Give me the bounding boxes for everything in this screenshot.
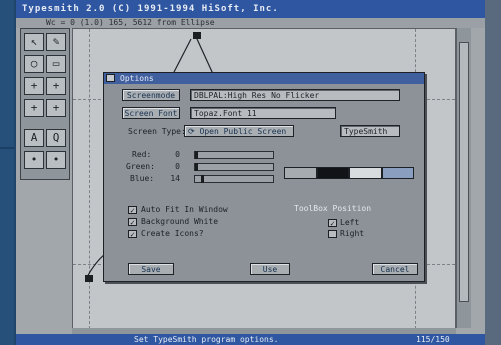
toolbox-position-radio[interactable]: [328, 230, 337, 238]
blue-label: Blue:: [130, 174, 155, 183]
blue-slider-knob[interactable]: [201, 175, 204, 183]
cancel-button[interactable]: Cancel: [372, 263, 418, 275]
screen-type-cycle[interactable]: ⟳ Open Public Screen: [184, 125, 294, 137]
green-slider-knob[interactable]: [195, 163, 198, 171]
vertical-scroll-thumb[interactable]: [459, 42, 469, 302]
red-slider[interactable]: [194, 151, 274, 159]
magnify-icon[interactable]: Q: [46, 129, 66, 147]
red-slider-knob[interactable]: [195, 151, 198, 159]
palette-color-swatch[interactable]: [381, 167, 414, 179]
screen-title: Typesmith 2.0 (C) 1991-1994 HiSoft, Inc.: [22, 4, 279, 14]
glyph-control-point[interactable]: [193, 32, 201, 39]
rectangle-icon[interactable]: ▭: [46, 55, 66, 73]
toolbox-position-label: Left: [340, 218, 360, 227]
blue-slider[interactable]: [194, 175, 274, 183]
status-message: Set TypeSmith program options.: [134, 335, 279, 344]
options-dialog: Options Screenmode DBLPAL:High Res No Fl…: [103, 72, 425, 282]
screenmode-button[interactable]: Screenmode: [122, 89, 180, 101]
status-coords: 115/150: [416, 335, 450, 344]
pencil-icon[interactable]: ✎: [46, 33, 66, 51]
green-slider[interactable]: [194, 163, 274, 171]
monitor-bezel-left: [0, 0, 14, 345]
option-checkbox-label: Auto Fit In Window: [141, 205, 228, 214]
option-checkbox[interactable]: ✓: [128, 218, 137, 227]
toolbox-position-title: ToolBox Position: [294, 204, 372, 213]
option-checkbox[interactable]: ✓: [128, 230, 137, 239]
tool-icon[interactable]: +: [46, 77, 66, 95]
use-button[interactable]: Use: [250, 263, 290, 275]
vertical-scrollbar[interactable]: [456, 28, 471, 328]
toolbox-position-radio[interactable]: ✓: [328, 219, 337, 228]
screen-type-label: Screen Type:: [128, 127, 186, 136]
monitor-bezel-right: [483, 0, 501, 345]
screen-font-field[interactable]: Topaz.Font 11: [190, 107, 336, 119]
green-value: 0: [175, 162, 180, 171]
cycle-icon: ⟳: [188, 127, 200, 136]
glyph-control-point[interactable]: [85, 275, 93, 282]
text-icon[interactable]: A: [24, 129, 44, 147]
screen-font-button[interactable]: Screen Font: [122, 107, 180, 119]
dialog-title-bar[interactable]: Options: [104, 73, 424, 84]
dialog-title: Options: [120, 74, 154, 83]
save-button[interactable]: Save: [128, 263, 174, 275]
close-icon[interactable]: [106, 74, 115, 82]
arrow-icon[interactable]: ↖: [24, 33, 44, 51]
option-checkbox-label: Background White: [141, 217, 219, 226]
screen-type-value: Open Public Screen: [199, 127, 287, 136]
point-icon[interactable]: •: [46, 151, 66, 169]
screenmode-field[interactable]: DBLPAL:High Res No Flicker: [190, 89, 400, 101]
blue-value: 14: [170, 174, 180, 183]
option-checkbox[interactable]: ✓: [128, 206, 137, 215]
palette-color-swatch[interactable]: [316, 167, 349, 179]
point-icon[interactable]: •: [24, 151, 44, 169]
node-icon[interactable]: +: [24, 77, 44, 95]
status-bar: Set TypeSmith program options. 115/150: [16, 334, 485, 345]
window-info-bar: Wc = 0 (1.0) 165, 5612 from Ellipse: [16, 18, 485, 28]
tool-icon[interactable]: +: [24, 99, 44, 117]
tool-icon[interactable]: +: [46, 99, 66, 117]
palette: [284, 167, 414, 179]
public-screen-name-field[interactable]: TypeSmith: [340, 125, 400, 137]
toolbox: ↖ ✎ ○ ▭ + + + + A Q • •: [20, 28, 70, 180]
green-label: Green:: [126, 162, 155, 171]
ellipse-icon[interactable]: ○: [24, 55, 44, 73]
screen-title-bar: Typesmith 2.0 (C) 1991-1994 HiSoft, Inc.: [16, 0, 485, 18]
palette-color-swatch[interactable]: [349, 167, 382, 179]
option-checkbox-label: Create Icons?: [141, 229, 204, 238]
red-label: Red:: [132, 150, 152, 159]
red-value: 0: [175, 150, 180, 159]
amiga-screen: Typesmith 2.0 (C) 1991-1994 HiSoft, Inc.…: [14, 0, 485, 345]
palette-color-swatch[interactable]: [284, 167, 317, 179]
toolbox-position-label: Right: [340, 229, 365, 238]
